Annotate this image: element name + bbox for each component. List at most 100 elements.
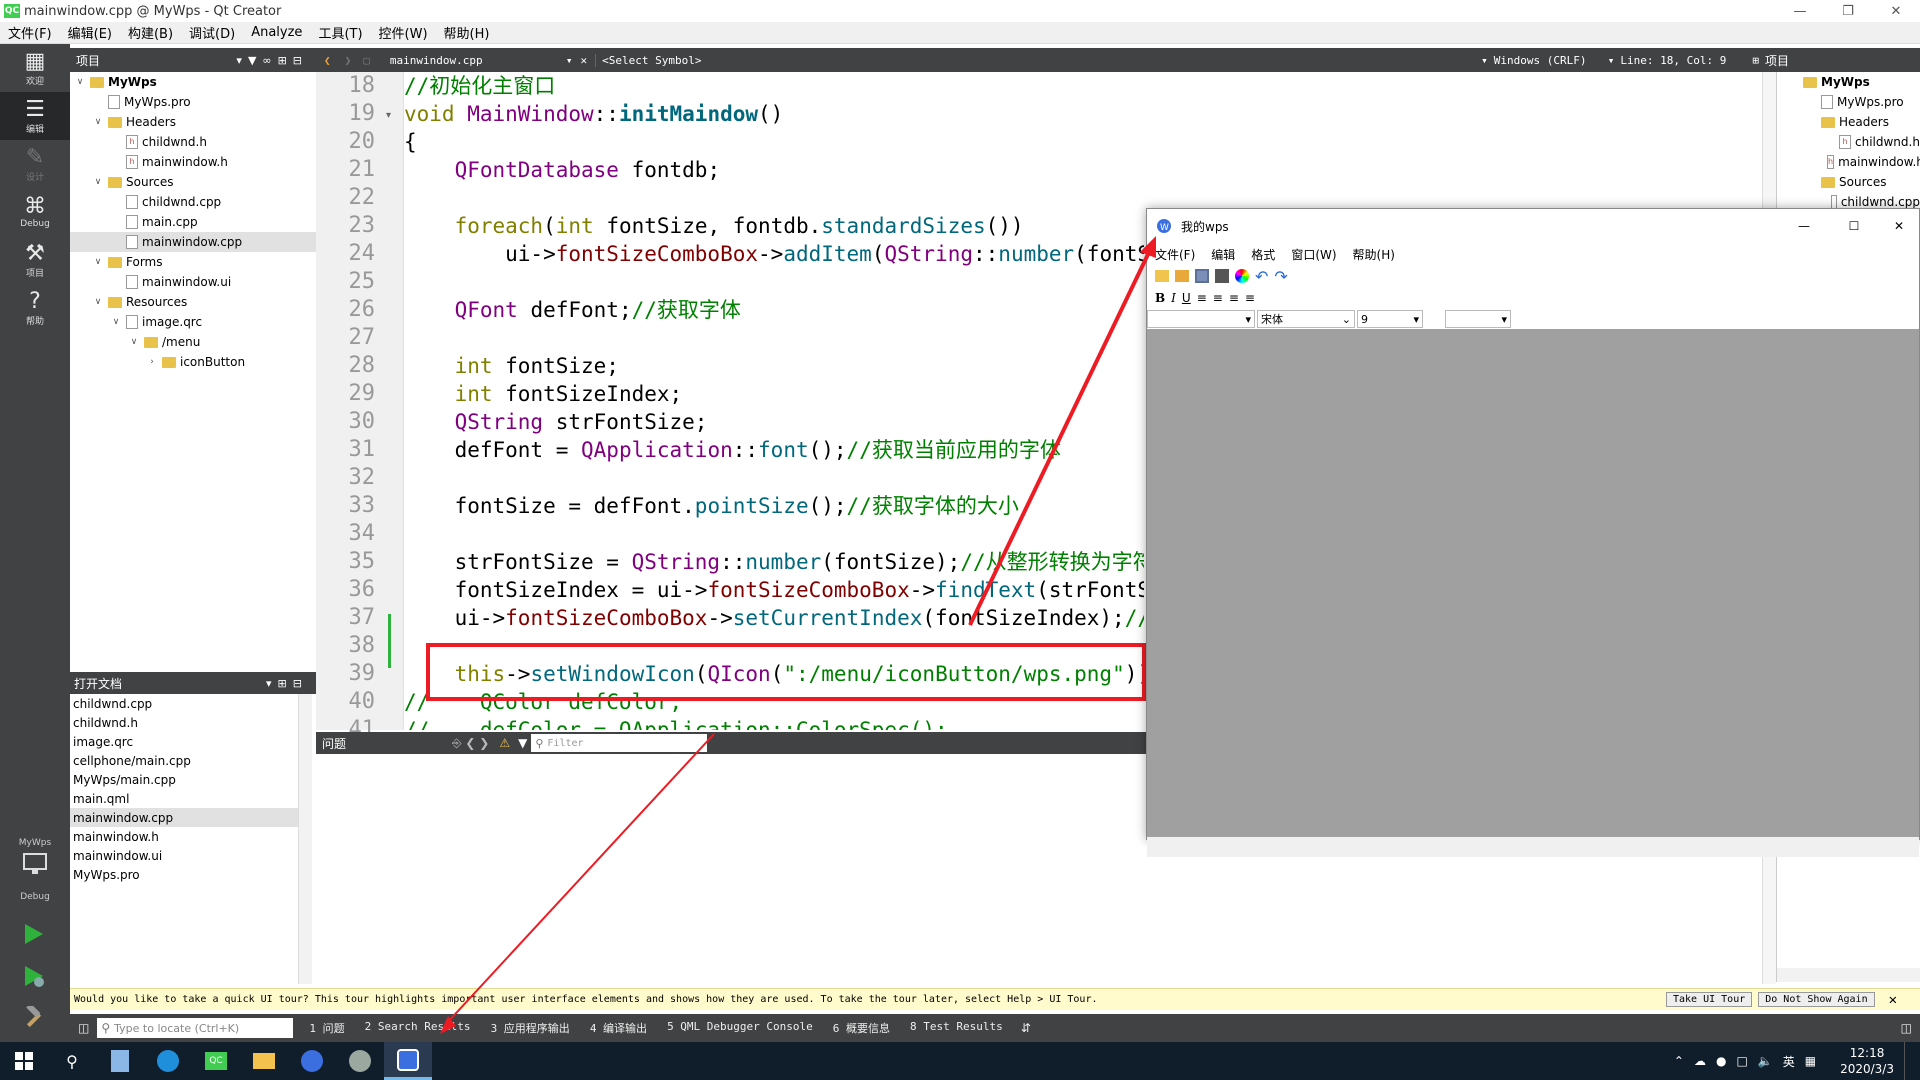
print-icon[interactable] xyxy=(1215,269,1229,283)
code-line[interactable]: QString strFontSize; xyxy=(404,408,1144,436)
expand-arrow-icon[interactable]: ∨ xyxy=(92,177,104,187)
maximize-icon[interactable]: ❐ xyxy=(1824,0,1872,22)
tray-app-icon[interactable]: ☁ xyxy=(1694,1054,1706,1068)
right-pane-scrollbar[interactable] xyxy=(1777,968,1920,982)
expand-arrow-icon[interactable]: ∨ xyxy=(92,297,104,307)
output-tab[interactable]: 8 Test Results xyxy=(900,1020,1013,1036)
volume-icon[interactable]: 🔈 xyxy=(1758,1054,1773,1068)
code-line[interactable]: int fontSizeIndex; xyxy=(404,380,1144,408)
minimize-icon[interactable]: — xyxy=(1776,0,1824,22)
menu-item[interactable]: 控件(W) xyxy=(371,23,436,42)
font-combo[interactable]: 宋体 ⌄ xyxy=(1257,310,1355,328)
more-tabs-icon[interactable]: ⇵ xyxy=(1013,1021,1039,1035)
code-editor[interactable]: //初始化主窗口 void MainWindow::initMaindow(){ … xyxy=(404,72,1144,730)
undo-icon[interactable]: ↶ xyxy=(1255,267,1268,286)
output-tab[interactable]: 5 QML Debugger Console xyxy=(657,1020,823,1036)
right-tree-item[interactable]: h mainwindow.h xyxy=(1783,152,1920,172)
close-icon[interactable]: ✕ xyxy=(1872,0,1920,22)
font-size-combo[interactable]: 9 ▾ xyxy=(1357,310,1423,328)
issues-filter-field[interactable]: ⚲ Filter xyxy=(531,734,708,752)
align-right-icon[interactable]: ≡ xyxy=(1229,291,1239,305)
dismiss-tour-button[interactable]: Do Not Show Again xyxy=(1758,992,1875,1007)
code-line[interactable]: // defColor = QApplication::ColorSpec(); xyxy=(404,716,1144,730)
code-line[interactable]: ui->fontSizeComboBox->addItem(QString::n… xyxy=(404,240,1144,268)
toggle-right-sidebar-icon[interactable]: ◫ xyxy=(1893,1021,1920,1035)
code-line[interactable]: void MainWindow::initMaindow() xyxy=(404,100,1144,128)
project-tree-item[interactable]: childwnd.cpp xyxy=(70,192,316,212)
right-tree-item[interactable]: MyWps xyxy=(1783,72,1920,92)
mode-grid[interactable]: ▦ 欢迎 xyxy=(0,44,70,92)
forward-arrow-icon[interactable]: ❯ xyxy=(339,54,358,67)
menu-item[interactable]: Analyze xyxy=(243,25,310,40)
start-button[interactable] xyxy=(0,1042,48,1080)
color-icon[interactable] xyxy=(1235,269,1249,283)
style-combo[interactable]: ▾ xyxy=(1147,310,1255,328)
code-line[interactable]: fontSize = defFont.pointSize();//获取字体的大小 xyxy=(404,492,1144,520)
menu-item[interactable]: 文件(F) xyxy=(0,23,60,42)
code-line[interactable]: { xyxy=(404,128,1144,156)
menu-item[interactable]: 帮助(H) xyxy=(436,23,498,42)
output-tab[interactable]: 2 Search Results xyxy=(355,1020,481,1036)
menu-item[interactable]: 构建(B) xyxy=(120,23,181,42)
take-tour-button[interactable]: Take UI Tour xyxy=(1666,992,1753,1007)
project-tree-item[interactable]: MyWps.pro xyxy=(70,92,316,112)
wps-menu-item[interactable]: 文件(F) xyxy=(1147,246,1203,263)
build-button[interactable] xyxy=(22,1003,46,1033)
open-document-item[interactable]: main.qml xyxy=(70,789,298,808)
right-tree-item[interactable]: MyWps.pro xyxy=(1783,92,1920,112)
file-selector[interactable]: mainwindow.cpp xyxy=(390,54,566,67)
project-tree-item[interactable]: ∨ Resources xyxy=(70,292,316,312)
locator-field[interactable]: ⚲ Type to locate (Ctrl+K) xyxy=(97,1018,294,1038)
taskbar-wps-app[interactable] xyxy=(288,1042,336,1080)
open-document-item[interactable]: cellphone/main.cpp xyxy=(70,751,298,770)
output-tab[interactable]: 3 应用程序输出 xyxy=(481,1020,580,1036)
project-tree-item[interactable]: ∨ Sources xyxy=(70,172,316,192)
wps-menu-item[interactable]: 帮助(H) xyxy=(1345,246,1403,263)
filter-icon[interactable]: ▼ xyxy=(514,736,531,750)
project-tree-item[interactable]: ∨ Headers xyxy=(70,112,316,132)
close-file-icon[interactable]: ✕ xyxy=(573,54,596,67)
code-line[interactable]: ui->fontSizeComboBox->setCurrentIndex(fo… xyxy=(404,604,1144,632)
ime-indicator[interactable]: 英 xyxy=(1783,1053,1795,1070)
project-tree-item[interactable]: › iconButton xyxy=(70,352,316,372)
project-tree-item[interactable]: h mainwindow.h xyxy=(70,152,316,172)
output-tab[interactable]: 4 编译输出 xyxy=(580,1020,657,1036)
symbol-dropdown-icon[interactable]: ▾ xyxy=(1475,54,1494,67)
align-left-icon[interactable]: ≡ xyxy=(1197,291,1207,305)
sidebar-toggle-icon[interactable]: ◫ xyxy=(70,1021,97,1035)
wps-close-icon[interactable]: ✕ xyxy=(1879,219,1919,233)
right-tree-item[interactable]: Sources xyxy=(1783,172,1920,192)
open-folder-icon[interactable] xyxy=(1175,270,1189,282)
project-tree-item[interactable]: h childwnd.h xyxy=(70,132,316,152)
expand-arrow-icon[interactable]: ∨ xyxy=(74,77,86,87)
project-tree-item[interactable]: mainwindow.ui xyxy=(70,272,316,292)
expand-arrow-icon[interactable]: ∨ xyxy=(128,337,140,347)
network-icon[interactable]: □ xyxy=(1736,1054,1747,1068)
pane-toolbar-icons[interactable]: ▾▼∞⊞⊟ xyxy=(236,54,308,67)
mode-help[interactable]: ? 帮助 xyxy=(0,284,70,332)
menu-item[interactable]: 编辑(E) xyxy=(60,23,120,42)
code-line[interactable]: //初始化主窗口 xyxy=(404,72,1144,100)
mode-bug[interactable]: ⌘ Debug xyxy=(0,188,70,236)
code-line[interactable] xyxy=(404,520,1144,548)
tray-app-icon[interactable]: ● xyxy=(1716,1054,1726,1068)
taskbar-bird-app[interactable] xyxy=(336,1042,384,1080)
project-tree-item[interactable]: main.cpp xyxy=(70,212,316,232)
wps-minimize-icon[interactable]: — xyxy=(1779,219,1829,233)
taskbar-explorer[interactable] xyxy=(240,1042,288,1080)
tray-expand-icon[interactable]: ⌃ xyxy=(1674,1054,1684,1068)
open-document-item[interactable]: mainwindow.ui xyxy=(70,846,298,865)
output-tab[interactable]: 1 问题 xyxy=(299,1020,354,1036)
taskbar-search[interactable]: ⚲ xyxy=(48,1042,96,1080)
file-dropdown-icon[interactable]: ▾ xyxy=(566,54,573,67)
open-document-item[interactable]: MyWps.pro xyxy=(70,865,298,884)
code-line[interactable] xyxy=(404,268,1144,296)
open-document-item[interactable]: mainwindow.cpp xyxy=(70,808,298,827)
project-tree-item[interactable]: ∨ /menu xyxy=(70,332,316,352)
bold-button[interactable]: B xyxy=(1155,291,1165,305)
open-document-item[interactable]: image.qrc xyxy=(70,732,298,751)
wps-maximize-icon[interactable]: ☐ xyxy=(1829,219,1879,233)
justify-icon[interactable]: ≡ xyxy=(1245,291,1255,305)
menu-item[interactable]: 工具(T) xyxy=(310,23,370,42)
underline-button[interactable]: U xyxy=(1182,291,1191,305)
